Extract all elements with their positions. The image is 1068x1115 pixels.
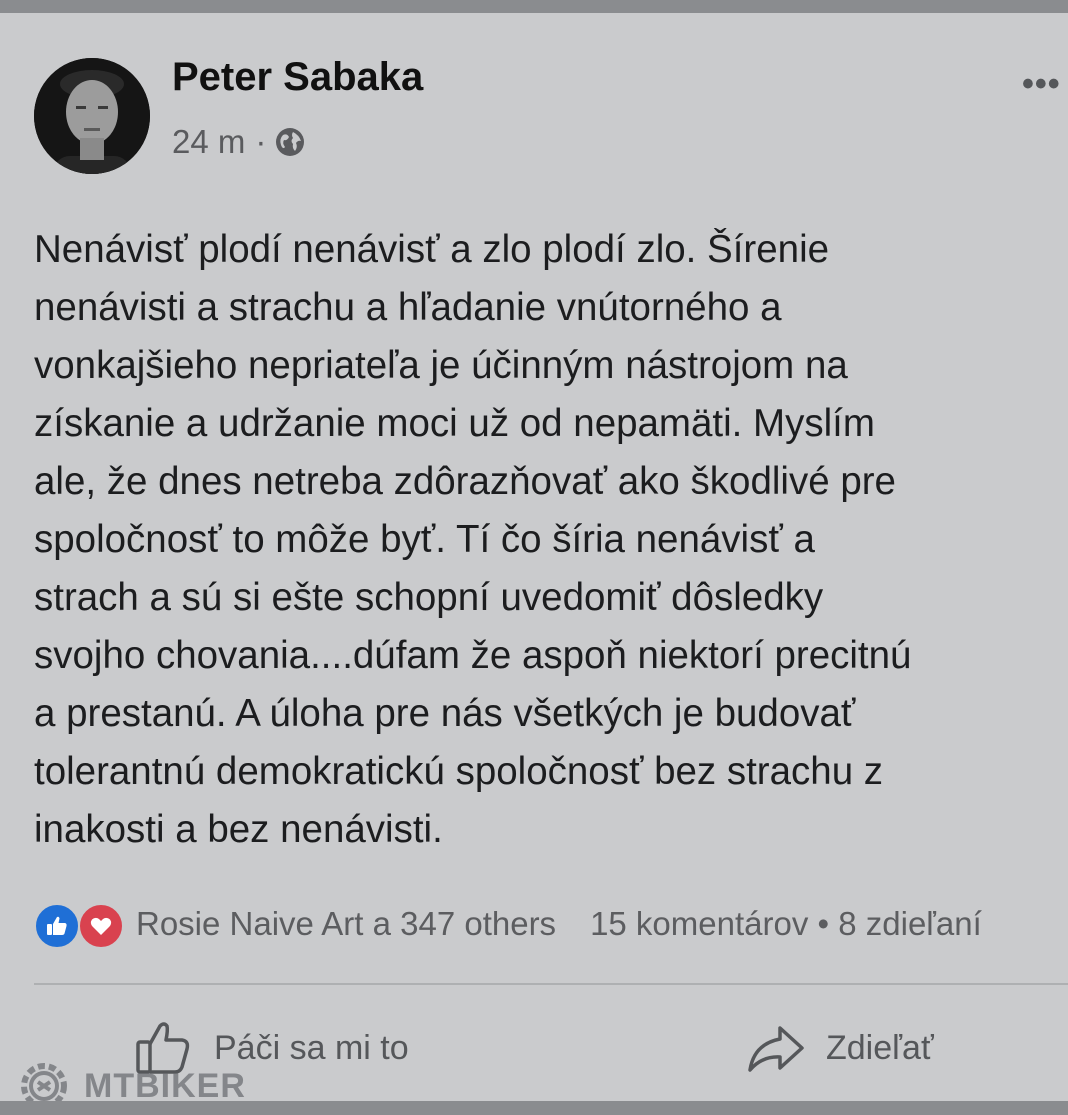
mtbiker-watermark: MTBIKER <box>14 1056 246 1101</box>
post-text-line: získanie a udržanie moci už od nepamäti.… <box>34 402 875 445</box>
share-button[interactable]: Zdieľať <box>746 1013 934 1083</box>
love-icon <box>78 903 124 949</box>
like-icon <box>34 903 80 949</box>
post-text-line: ale, že dnes netreba zdôrazňovať ako ško… <box>34 460 896 503</box>
globe-icon[interactable] <box>274 126 306 158</box>
post-text-line: vonkajšieho nepriateľa je účinným nástro… <box>34 344 848 387</box>
meta-separator: · <box>255 123 267 160</box>
avatar-photo <box>34 58 150 174</box>
post-text-line: spoločnosť to môže byť. Tí čo šíria nená… <box>34 518 815 561</box>
watermark-text: MTBIKER <box>84 1066 246 1102</box>
author-name[interactable]: Peter Sabaka <box>172 55 423 100</box>
comments-shares-count[interactable]: 15 komentárov • 8 zdieľaní <box>590 905 982 943</box>
post-text-line: Nenávisť plodí nenávisť a zlo plodí zlo.… <box>34 228 830 271</box>
reaction-icons[interactable] <box>34 901 130 949</box>
gear-logo-icon <box>21 1063 67 1101</box>
post-meta: 24 m · <box>172 123 306 161</box>
post-text-line: svojho chovania....dúfam že aspoň niekto… <box>34 634 912 677</box>
post-text-line: a prestanú. A úloha pre nás všetkých je … <box>34 692 856 735</box>
post-text-line: strach a sú si ešte schopní uvedomiť dôs… <box>34 576 824 619</box>
reactions-bar: Rosie Naive Art a 347 others 15 komentár… <box>34 901 982 949</box>
share-arrow-icon <box>748 1026 804 1072</box>
post-time[interactable]: 24 m <box>172 123 245 161</box>
divider <box>34 983 1068 985</box>
share-label: Zdieľať <box>826 1028 934 1067</box>
post-text: Nenávisť plodí nenávisť a zlo plodí zlo.… <box>34 221 1068 859</box>
post-text-line: tolerantnú demokratickú spoločnosť bez s… <box>34 750 884 793</box>
post-text-line: inakosti a bez nenávisti. <box>34 808 443 851</box>
post-card: Peter Sabaka 24 m · ••• Nenávisť plodí n… <box>0 13 1068 1101</box>
author-avatar[interactable] <box>34 58 150 174</box>
more-options-button[interactable]: ••• <box>1022 65 1061 104</box>
reactors-text[interactable]: Rosie Naive Art a 347 others <box>136 905 556 943</box>
post-text-line: nenávisti a strachu a hľadanie vnútornéh… <box>34 286 782 329</box>
